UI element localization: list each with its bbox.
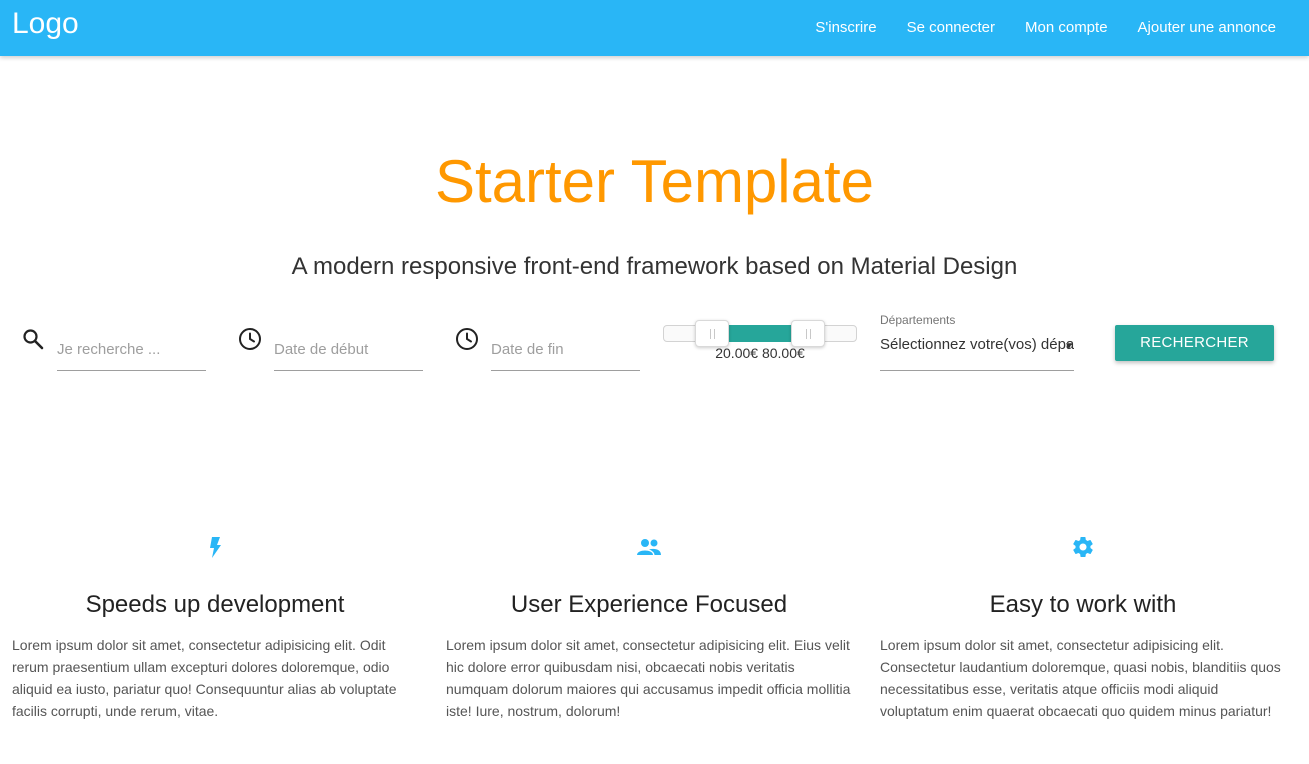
start-date-underline [274,370,423,371]
feature-title: Easy to work with [989,591,1177,618]
keyword-input[interactable] [57,339,206,359]
feature-text: Lorem ipsum dolor sit amet, consectetur … [880,637,1281,719]
nav-link-login[interactable]: Se connecter [892,0,1010,56]
price-range-slider[interactable] [663,320,857,347]
departments-label: Départements [880,313,956,327]
departments-select[interactable]: Sélectionnez votre(vos) dépa [880,336,1074,364]
feature-title: User Experience Focused [510,591,788,618]
slider-handle-max[interactable] [791,320,825,347]
start-date-input[interactable] [274,339,423,359]
slider-handle-min[interactable] [695,320,729,347]
nav-link-account[interactable]: Mon compte [1010,0,1123,56]
keyword-field [21,327,206,371]
departments-underline [880,370,1074,371]
feature-text: Lorem ipsum dolor sit amet, consectetur … [12,637,397,719]
group-icon [637,539,661,555]
page-title: Starter Template [434,148,875,215]
nav-links: S'inscrire Se connecter Mon compte Ajout… [800,0,1291,56]
end-date-underline [491,370,640,371]
search-icon [23,329,44,350]
feature-title: Speeds up development [85,591,345,618]
caret-down-icon[interactable]: ▼ [1064,341,1074,352]
nav-link-signup[interactable]: S'inscrire [800,0,891,56]
logo[interactable]: Logo [12,6,79,42]
keyword-underline [57,370,206,371]
clock-icon [239,328,261,350]
flash-icon [210,537,221,558]
search-button[interactable]: RECHERCHER [1115,325,1274,361]
clock-icon [456,328,478,350]
price-range-values: 20.00€ 80.00€ [715,345,805,361]
navbar: Logo S'inscrire Se connecter Mon compte … [0,0,1309,56]
nav-link-add-listing[interactable]: Ajouter une annonce [1123,0,1291,56]
settings-icon [1073,537,1093,558]
feature-text: Lorem ipsum dolor sit amet, consectetur … [446,637,851,719]
start-date-field [238,327,423,371]
end-date-field [455,327,640,371]
end-date-input[interactable] [491,339,640,359]
page-subtitle: A modern responsive front-end framework … [291,253,1018,280]
